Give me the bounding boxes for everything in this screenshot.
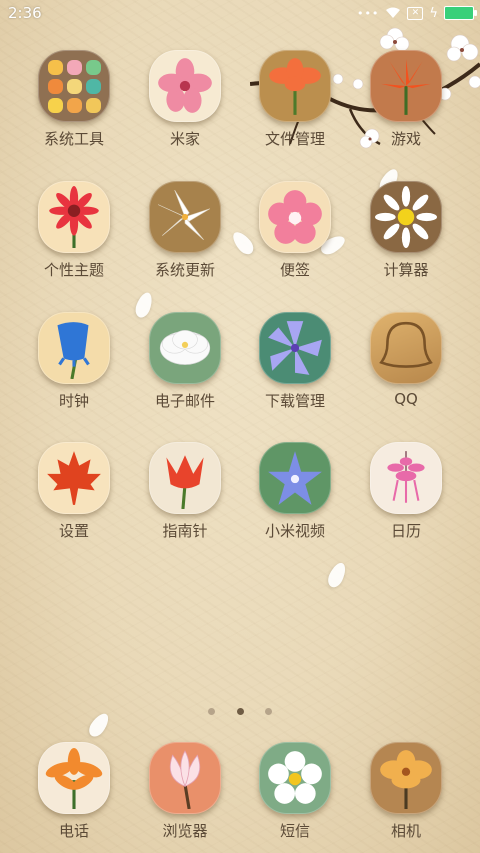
white-peony-icon xyxy=(149,312,221,384)
bluebell-icon xyxy=(38,312,110,384)
pink-flower-icon xyxy=(149,50,221,122)
app-label: 系统更新 xyxy=(154,261,215,279)
dock-app-phone[interactable]: 电话 xyxy=(19,742,129,841)
app-calculator[interactable]: 计算器 xyxy=(351,181,461,280)
daisy-icon xyxy=(370,181,442,253)
page-dot[interactable] xyxy=(264,708,272,715)
app-system-tools[interactable]: 系统工具 xyxy=(19,50,129,149)
star-flower-icon xyxy=(259,442,331,514)
app-label: QQ xyxy=(394,390,418,408)
dock-app-camera[interactable]: 相机 xyxy=(351,742,461,841)
charging-icon: ϟ xyxy=(429,5,438,21)
app-label: 小米视频 xyxy=(264,522,325,540)
page-indicator[interactable] xyxy=(0,700,480,719)
magnolia-icon xyxy=(149,742,221,814)
dock-app-messages[interactable]: 短信 xyxy=(240,742,350,841)
more-notifications-icon: ••• xyxy=(356,6,380,20)
app-label: 个性主题 xyxy=(43,261,104,279)
app-system-update[interactable]: 系统更新 xyxy=(130,181,240,280)
app-download-manager[interactable]: 下载管理 xyxy=(240,312,350,411)
app-games[interactable]: 游戏 xyxy=(351,50,461,149)
app-label: 日历 xyxy=(390,522,421,540)
app-notes[interactable]: 便签 xyxy=(240,181,350,280)
purple-flower-icon xyxy=(259,312,331,384)
white-lily-icon xyxy=(149,181,221,253)
status-bar: 2:36 ••• ✕ ϟ xyxy=(0,0,480,26)
orange-lily-icon xyxy=(38,742,110,814)
pink-hanging-flower-icon xyxy=(370,442,442,514)
folder-icon xyxy=(38,50,110,122)
app-label: 米家 xyxy=(169,130,200,148)
status-icons: ••• ✕ ϟ xyxy=(356,5,477,21)
petal-decoration xyxy=(325,560,349,590)
red-gerbera-icon xyxy=(38,181,110,253)
app-themes[interactable]: 个性主题 xyxy=(19,181,129,280)
app-mijia[interactable]: 米家 xyxy=(130,50,240,149)
app-file-manager[interactable]: 文件管理 xyxy=(240,50,350,149)
app-label: 设置 xyxy=(58,522,89,540)
orange-flower-icon xyxy=(259,50,331,122)
dock-app-browser[interactable]: 浏览器 xyxy=(130,742,240,841)
battery-icon xyxy=(444,6,477,20)
app-label: 便签 xyxy=(279,261,310,279)
app-label: 游戏 xyxy=(390,130,421,148)
orange-lily-icon xyxy=(370,50,442,122)
tulip-icon xyxy=(149,442,221,514)
app-email[interactable]: 电子邮件 xyxy=(130,312,240,411)
app-qq[interactable]: QQ xyxy=(351,312,461,408)
app-compass[interactable]: 指南针 xyxy=(130,442,240,541)
page-dot-active[interactable] xyxy=(236,708,244,715)
app-label: 电子邮件 xyxy=(154,392,215,410)
app-settings[interactable]: 设置 xyxy=(19,442,129,541)
app-mi-video[interactable]: 小米视频 xyxy=(240,442,350,541)
status-time: 2:36 xyxy=(8,4,42,22)
app-label: 时钟 xyxy=(58,392,89,410)
penguin-silhouette-icon xyxy=(370,312,442,384)
app-label: 系统工具 xyxy=(43,130,104,148)
app-label: 计算器 xyxy=(383,261,429,279)
wifi-icon xyxy=(386,7,401,18)
app-clock[interactable]: 时钟 xyxy=(19,312,129,411)
white-daisy-icon xyxy=(259,742,331,814)
app-label: 文件管理 xyxy=(264,130,325,148)
notification-icon: ✕ xyxy=(407,6,424,20)
maple-leaf-icon xyxy=(38,442,110,514)
pink-blossom-icon xyxy=(259,181,331,253)
app-label: 相机 xyxy=(390,822,421,840)
app-label: 指南针 xyxy=(162,522,208,540)
app-label: 浏览器 xyxy=(162,822,208,840)
page-dot[interactable] xyxy=(208,708,216,715)
app-label: 下载管理 xyxy=(264,392,325,410)
app-label: 电话 xyxy=(58,822,89,840)
app-label: 短信 xyxy=(279,822,310,840)
app-calendar[interactable]: 日历 xyxy=(351,442,461,541)
golden-flower-icon xyxy=(370,742,442,814)
